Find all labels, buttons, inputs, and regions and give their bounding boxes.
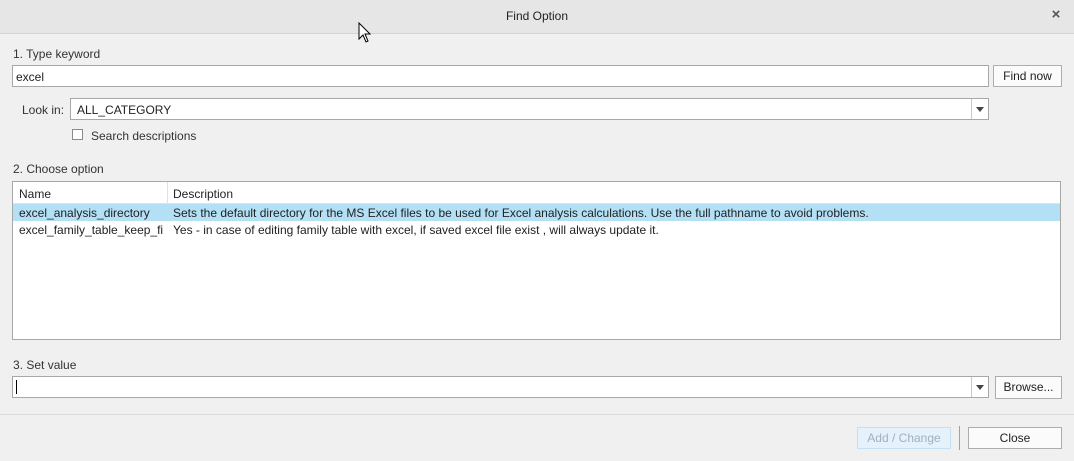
dropdown-arrow-icon[interactable] <box>971 99 988 119</box>
dropdown-arrow-icon[interactable] <box>971 377 988 397</box>
mouse-cursor-icon <box>358 22 372 43</box>
add-change-button[interactable]: Add / Change <box>857 427 951 449</box>
look-in-dropdown[interactable]: ALL_CATEGORY <box>70 98 989 120</box>
options-table: Name Description excel_analysis_director… <box>12 181 1061 340</box>
browse-button[interactable]: Browse... <box>995 376 1062 399</box>
table-row[interactable]: excel_family_table_keep_file Yes - in ca… <box>13 221 1060 238</box>
table-row[interactable]: excel_analysis_directory Sets the defaul… <box>13 204 1060 221</box>
footer-divider <box>0 414 1074 415</box>
row-name: excel_analysis_directory <box>19 206 150 220</box>
search-descriptions-label: Search descriptions <box>91 129 197 143</box>
text-caret <box>16 380 17 394</box>
search-descriptions-checkbox[interactable] <box>72 129 83 140</box>
look-in-label: Look in: <box>22 103 65 117</box>
section-set-value-label: 3. Set value <box>13 358 77 372</box>
section-choose-option-label: 2. Choose option <box>13 162 104 176</box>
close-button[interactable]: Close <box>968 427 1062 449</box>
row-description: Sets the default directory for the MS Ex… <box>173 206 869 220</box>
keyword-input[interactable]: excel <box>12 65 989 87</box>
look-in-value: ALL_CATEGORY <box>77 103 172 117</box>
table-header: Name Description <box>13 182 1060 204</box>
find-now-button[interactable]: Find now <box>993 65 1062 87</box>
column-separator[interactable] <box>167 182 168 203</box>
row-name: excel_family_table_keep_file <box>19 223 163 237</box>
column-header-name[interactable]: Name <box>19 187 51 201</box>
window-title: Find Option <box>505 9 569 23</box>
row-description: Yes - in case of editing family table wi… <box>173 223 659 237</box>
title-bar: Find Option × <box>0 0 1074 34</box>
close-icon[interactable]: × <box>1048 7 1064 23</box>
button-separator <box>959 426 960 450</box>
set-value-input[interactable] <box>12 376 989 398</box>
column-header-description[interactable]: Description <box>173 187 233 201</box>
section-type-keyword-label: 1. Type keyword <box>13 47 101 61</box>
